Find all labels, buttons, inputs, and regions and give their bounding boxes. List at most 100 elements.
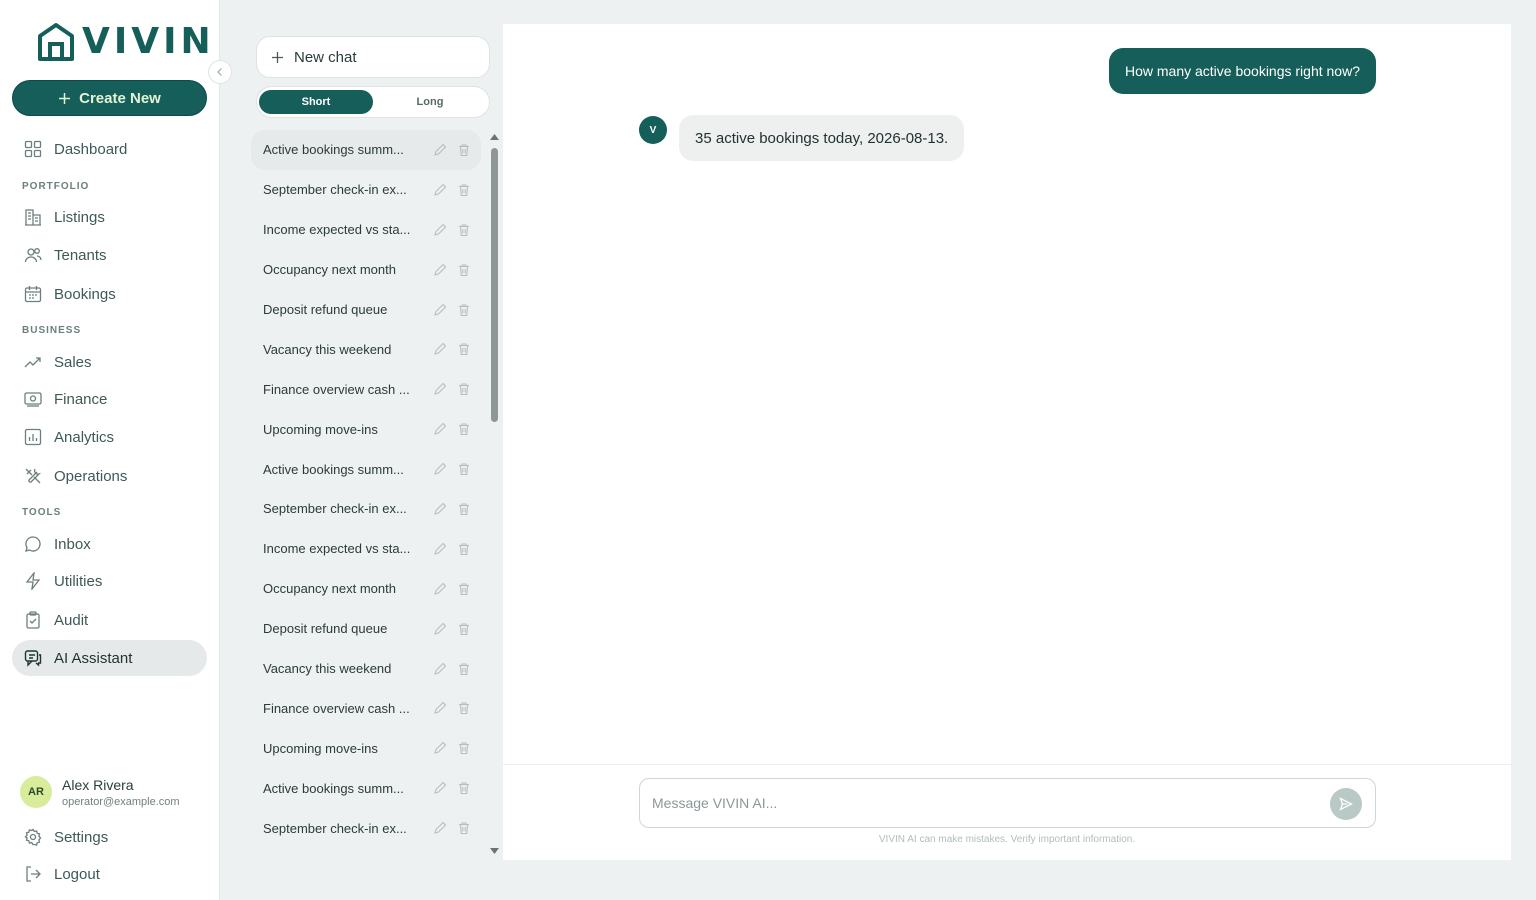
history-scrollbar[interactable] (489, 130, 501, 860)
sidebar-item-ai-assistant[interactable]: AI Assistant (12, 640, 207, 676)
conversation-item[interactable]: September check-in ex... (251, 489, 481, 529)
sidebar-item-utilities[interactable]: Utilities (12, 563, 207, 599)
trash-icon[interactable] (457, 502, 471, 516)
user-email: operator@example.com (62, 795, 180, 808)
user-profile[interactable]: AR Alex Rivera operator@example.com (20, 776, 180, 808)
section-label-portfolio: PORTFOLIO (22, 181, 90, 192)
sidebar-item-operations[interactable]: Operations (12, 458, 207, 494)
send-button[interactable] (1330, 788, 1362, 820)
trash-icon[interactable] (457, 821, 471, 835)
conversation-item[interactable]: Upcoming move-ins (251, 728, 481, 768)
sidebar-item-listings[interactable]: Listings (12, 199, 207, 235)
conversation-item[interactable]: Occupancy next month (251, 569, 481, 609)
sidebar-item-inbox[interactable]: Inbox (12, 526, 207, 562)
ai-avatar: V (639, 116, 667, 144)
logo[interactable]: VIVIN (36, 22, 215, 62)
sidebar-item-audit[interactable]: Audit (12, 602, 207, 638)
scroll-up-arrow-icon[interactable] (490, 134, 499, 140)
plus-icon (272, 51, 283, 63)
composer-area: VIVIN AI can make mistakes. Verify impor… (503, 764, 1511, 860)
conversation-item[interactable]: Deposit refund queue (251, 290, 481, 330)
edit-icon[interactable] (433, 741, 447, 755)
conversation-item[interactable]: September check-in ex... (251, 170, 481, 210)
edit-icon[interactable] (433, 781, 447, 795)
create-new-button[interactable]: Create New (12, 80, 207, 116)
trash-icon[interactable] (457, 382, 471, 396)
disclaimer-text: VIVIN AI can make mistakes. Verify impor… (878, 834, 1136, 845)
conversation-item[interactable]: Vacancy this weekend (251, 649, 481, 689)
chat-bubble-icon (25, 536, 41, 552)
banknote-icon (24, 392, 42, 407)
sidebar-item-label: Audit (54, 611, 89, 629)
sidebar-item-dashboard[interactable]: Dashboard (12, 131, 207, 167)
trash-icon[interactable] (457, 582, 471, 596)
edit-icon[interactable] (433, 542, 447, 556)
edit-icon[interactable] (433, 462, 447, 476)
conversation-item[interactable]: Finance overview cash ... (251, 688, 481, 728)
sidebar-item-settings[interactable]: Settings (12, 819, 207, 855)
conversation-title: Deposit refund queue (263, 621, 388, 637)
trash-icon[interactable] (457, 781, 471, 795)
conversation-item[interactable]: Finance overview cash ... (251, 369, 481, 409)
trash-icon[interactable] (457, 662, 471, 676)
edit-icon[interactable] (433, 582, 447, 596)
sidebar-item-bookings[interactable]: Bookings (12, 276, 207, 312)
conversation-item[interactable]: September check-in ex... (251, 808, 481, 848)
edit-icon[interactable] (433, 223, 447, 237)
send-icon (1339, 797, 1353, 811)
collapse-sidebar-button[interactable] (208, 60, 232, 84)
sidebar: VIVIN Create New Dashboard PORTFOLIO Lis… (0, 0, 220, 900)
conversation-title: September check-in ex... (263, 501, 407, 517)
edit-icon[interactable] (433, 263, 447, 277)
trash-icon[interactable] (457, 223, 471, 237)
edit-icon[interactable] (433, 821, 447, 835)
trash-icon[interactable] (457, 422, 471, 436)
trash-icon[interactable] (457, 622, 471, 636)
trash-icon[interactable] (457, 143, 471, 157)
edit-icon[interactable] (433, 502, 447, 516)
conversation-item[interactable]: Upcoming move-ins (251, 409, 481, 449)
conversation-item[interactable]: Income expected vs sta... (251, 529, 481, 569)
edit-icon[interactable] (433, 143, 447, 157)
trash-icon[interactable] (457, 263, 471, 277)
edit-icon[interactable] (433, 303, 447, 317)
section-label-tools: TOOLS (22, 507, 62, 518)
trash-icon[interactable] (457, 741, 471, 755)
conversation-title: Income expected vs sta... (263, 541, 411, 557)
sidebar-item-finance[interactable]: Finance (12, 381, 207, 417)
trash-icon[interactable] (457, 462, 471, 476)
conversation-item[interactable]: Occupancy next month (251, 250, 481, 290)
ai-chat-icon (24, 650, 42, 667)
conversation-title: Upcoming move-ins (263, 421, 378, 437)
conversation-item[interactable]: Active bookings summ... (251, 449, 481, 489)
conversation-item[interactable]: Active bookings summ... (251, 130, 481, 170)
sidebar-item-sales[interactable]: Sales (12, 344, 207, 380)
conversation-item[interactable]: Income expected vs sta... (251, 210, 481, 250)
edit-icon[interactable] (433, 662, 447, 676)
scroll-down-arrow-icon[interactable] (490, 848, 499, 854)
trash-icon[interactable] (457, 542, 471, 556)
trash-icon[interactable] (457, 303, 471, 317)
edit-icon[interactable] (433, 382, 447, 396)
edit-icon[interactable] (433, 622, 447, 636)
edit-icon[interactable] (433, 422, 447, 436)
trash-icon[interactable] (457, 701, 471, 715)
conversation-item[interactable]: Vacancy this weekend (251, 329, 481, 369)
toggle-short[interactable]: Short (259, 90, 373, 114)
edit-icon[interactable] (433, 342, 447, 356)
sidebar-item-logout[interactable]: Logout (12, 856, 207, 892)
conversation-item[interactable]: Deposit refund queue (251, 609, 481, 649)
edit-icon[interactable] (433, 183, 447, 197)
message-input[interactable] (652, 792, 1312, 814)
sidebar-item-analytics[interactable]: Analytics (12, 419, 207, 455)
toggle-long[interactable]: Long (373, 90, 487, 114)
sidebar-item-label: Inbox (54, 535, 91, 553)
trash-icon[interactable] (457, 342, 471, 356)
scroll-thumb[interactable] (491, 148, 498, 422)
new-chat-button[interactable]: New chat (256, 36, 490, 78)
edit-icon[interactable] (433, 701, 447, 715)
sidebar-item-tenants[interactable]: Tenants (12, 237, 207, 273)
conversation-item[interactable]: Active bookings summ... (251, 768, 481, 808)
trash-icon[interactable] (457, 183, 471, 197)
grid-icon (24, 140, 42, 158)
